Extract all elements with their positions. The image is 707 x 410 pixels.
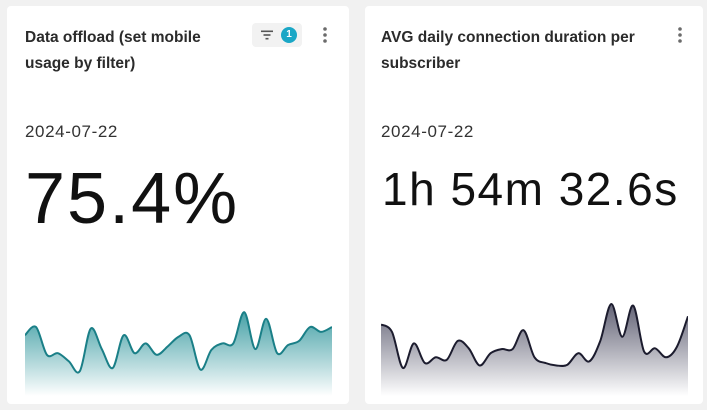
- filter-icon: [261, 30, 273, 40]
- metric-date: 2024-07-22: [25, 122, 118, 141]
- sparkline-area: [25, 312, 332, 396]
- more-vertical-icon: [678, 27, 682, 43]
- card-title: AVG daily connection duration per subscr…: [381, 29, 635, 72]
- metric-date: 2024-07-22: [381, 122, 474, 141]
- dashboard: { "cards": [ { "title": "Data offload (s…: [0, 0, 707, 410]
- sparkline-chart: [25, 296, 332, 396]
- filter-count-badge: 1: [281, 27, 297, 43]
- connection-duration-card: AVG daily connection duration per subscr…: [365, 6, 703, 404]
- sparkline-chart: [381, 296, 688, 396]
- data-offload-card: Data offload (set mobile usage by filter…: [7, 6, 349, 404]
- card-title: Data offload (set mobile usage by filter…: [25, 29, 201, 72]
- metric-value: 1h 54m 32.6s: [382, 163, 679, 215]
- more-options-button[interactable]: [317, 24, 333, 46]
- more-vertical-icon: [323, 27, 327, 43]
- metric-value: 75.4%: [25, 159, 240, 239]
- filter-button[interactable]: 1: [252, 23, 302, 47]
- sparkline-area: [381, 303, 688, 396]
- more-options-button[interactable]: [672, 24, 688, 46]
